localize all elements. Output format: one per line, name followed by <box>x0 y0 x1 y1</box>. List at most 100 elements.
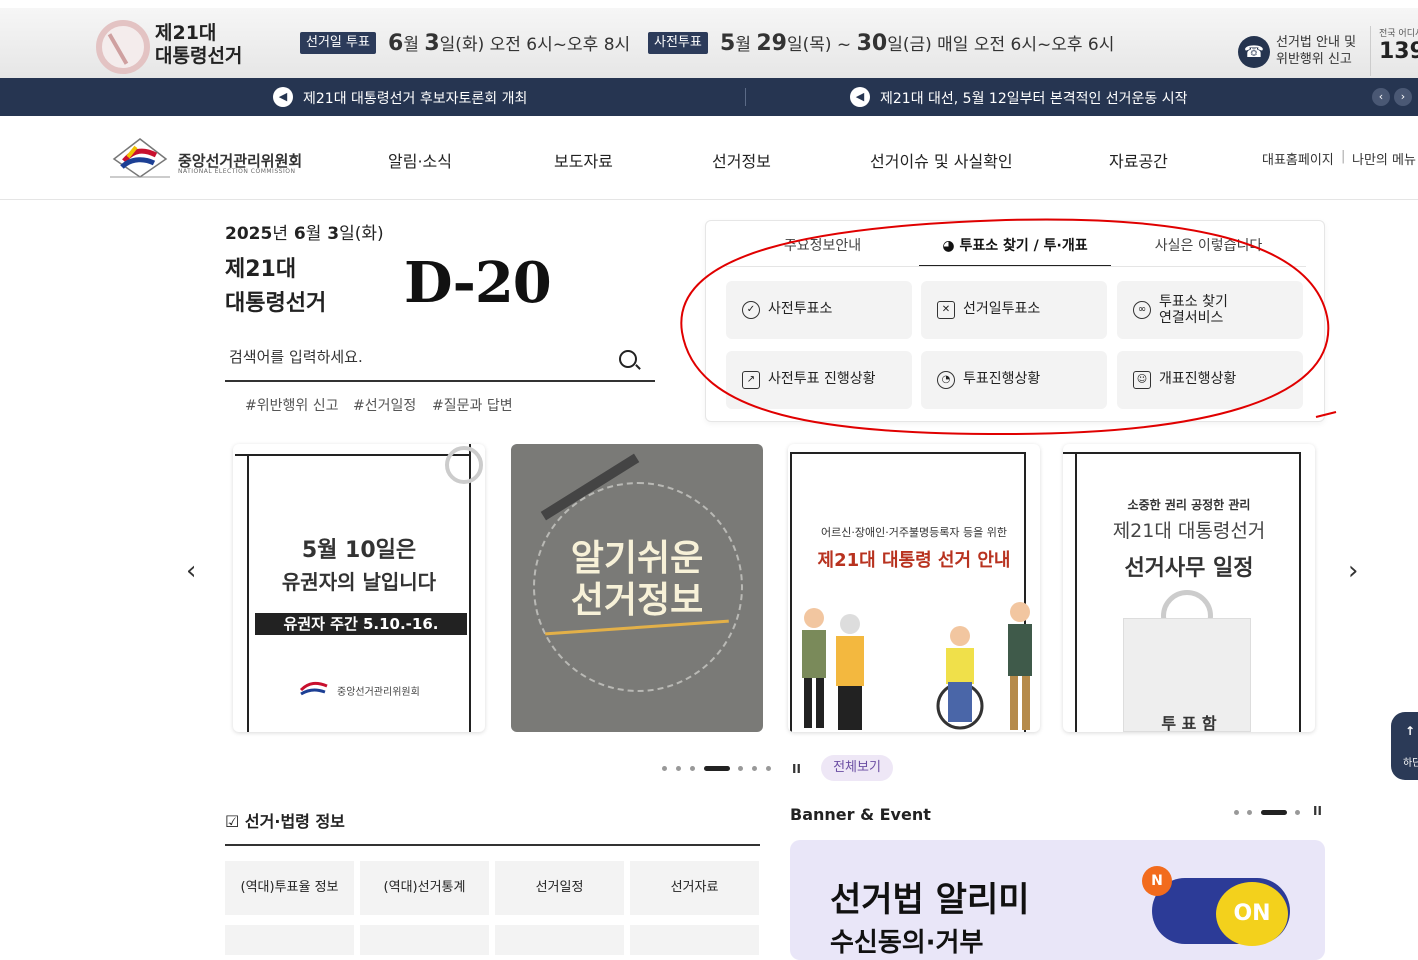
notice-item-1[interactable]: 제21대 대통령선거 후보자토론회 개최 <box>303 88 527 108</box>
page-dot[interactable] <box>766 766 771 771</box>
law-button-row2[interactable] <box>630 925 759 955</box>
page-dot[interactable] <box>1234 810 1239 815</box>
page-dot[interactable] <box>1295 810 1300 815</box>
card-title: 알기쉬운 선거정보 <box>511 538 763 622</box>
card-line2: 제21대 대통령 선거 안내 <box>817 550 1011 571</box>
carousel-card-election-schedule[interactable]: 소중한 권리 공정한 관리 제21대 대통령선거 선거사무 일정 투 표 함 <box>1063 444 1315 732</box>
page-dot[interactable] <box>738 766 743 771</box>
page-dot[interactable] <box>690 766 695 771</box>
hotline-label-1: 선거법 안내 및 <box>1276 35 1357 50</box>
page-dot[interactable] <box>662 766 667 771</box>
election-schedule-button[interactable]: 선거일정 <box>495 861 624 915</box>
election-law-banner[interactable]: 선거법 알리미 수신동의·거부 ON N <box>790 840 1325 960</box>
carousel-card-vulnerable-voters[interactable]: 어르신·장애인·거주불명등록자 등을 위한 제21대 대통령 선거 안내 <box>788 444 1040 732</box>
early-vote-tag: 사전투표 <box>648 32 708 54</box>
search-bar <box>225 340 655 382</box>
widget-icon: ↑ <box>1405 724 1416 738</box>
carousel-pause-button[interactable]: II <box>792 762 801 776</box>
page-dot[interactable] <box>752 766 757 771</box>
election-emblem-icon <box>96 20 150 74</box>
election-day-schedule: 6월 3일(화) 오전 6시~오후 8시 <box>388 31 631 56</box>
election-title-line1: 제21대 <box>225 257 297 282</box>
search-input[interactable] <box>229 348 609 366</box>
view-all-button[interactable]: 전체보기 <box>821 755 893 781</box>
card-line1: 어르신·장애인·거주불명등록자 등을 위한 <box>820 526 1008 539</box>
card-line2: 선거정보 <box>570 580 704 621</box>
util-main-home[interactable]: 대표홈페이지 <box>1262 149 1334 168</box>
notice-bar: ◀ 제21대 대통령선거 후보자토론회 개최 ◀ 제21대 대선, 5월 12일… <box>0 78 1418 116</box>
nav-archive[interactable]: 자료공간 <box>1109 148 1168 172</box>
card-line3: 선거사무 일정 <box>1124 556 1254 581</box>
nav-election-info[interactable]: 선거정보 <box>712 148 771 172</box>
dday-counter: D-20 <box>404 250 552 316</box>
law-section-title: ☑ 선거·법령 정보 <box>225 808 345 832</box>
banner-pause-button[interactable]: II <box>1313 804 1322 818</box>
election-title: 제21대 대통령선거 <box>225 253 326 321</box>
carousel-card-easy-election-info[interactable]: 알기쉬운 선거정보 <box>511 444 763 732</box>
law-button-row2[interactable] <box>495 925 624 955</box>
logo-subtext: NATIONAL ELECTION COMMISSION <box>178 168 296 175</box>
util-my-menu[interactable]: 나만의 메뉴 <box>1352 149 1416 168</box>
nav-news[interactable]: 알림·소식 <box>388 148 452 172</box>
notice-prev-button[interactable]: ‹ <box>1372 88 1390 106</box>
hotline-small: 전국 어디서 <box>1379 29 1418 39</box>
floating-widget[interactable]: ↑ 하단 <box>1391 712 1418 780</box>
new-badge: N <box>1142 866 1172 896</box>
early-vote-schedule: 5월 29일(목) ~ 30일(금) 매일 오전 6시~오후 6시 <box>720 31 1115 56</box>
nec-logo-icon[interactable] <box>110 137 170 179</box>
hashtag-report[interactable]: #위반행위 신고 <box>245 395 338 415</box>
nav-issues[interactable]: 선거이슈 및 사실확인 <box>870 148 1013 172</box>
frame-line <box>235 454 471 456</box>
card-line2: 유권자의 날입니다 <box>281 570 437 594</box>
election-date: 2025년 6월 3일(화) <box>225 224 384 244</box>
frame-line <box>790 452 1024 454</box>
election-materials-button[interactable]: 선거자료 <box>630 861 759 915</box>
hotline-link[interactable]: 선거법 안내 및 위반행위 신고 <box>1276 34 1356 68</box>
hotline-number-box: 전국 어디서 1390 <box>1370 26 1418 76</box>
election-name: 제21대 대통령선거 <box>155 22 242 68</box>
red-annotation-circle <box>680 218 1337 436</box>
frame-line <box>1299 452 1301 732</box>
util-separator: | <box>1341 149 1346 164</box>
election-top-banner: 제21대 대통령선거 선거일 투표 6월 3일(화) 오전 6시~오후 8시 사… <box>0 0 1418 78</box>
notice-next-button[interactable]: › <box>1394 88 1412 106</box>
election-day-tag: 선거일 투표 <box>300 32 376 54</box>
election-title-line2: 대통령선거 <box>225 291 327 316</box>
frame-line <box>1075 452 1077 732</box>
banner-headline: 선거법 알리미 <box>830 880 1030 920</box>
carousel-next-button[interactable]: › <box>1348 556 1358 586</box>
notice-divider <box>745 88 746 106</box>
frame-line <box>1063 452 1299 454</box>
law-button-row2[interactable] <box>225 925 354 955</box>
law-section-title-text: 선거·법령 정보 <box>244 812 345 831</box>
carousel-card-voters-day[interactable]: 5월 10일은 유권자의 날입니다 유권자 주간 5.10.-16. 중앙선거관… <box>233 444 485 732</box>
page-dot-active[interactable] <box>704 766 730 771</box>
page-dot[interactable] <box>676 766 681 771</box>
card-line1: 알기쉬운 <box>570 538 704 579</box>
widget-label: 하단 <box>1403 758 1418 769</box>
carousel-prev-button[interactable]: ‹ <box>186 556 196 586</box>
card-band: 유권자 주간 5.10.-16. <box>255 613 467 635</box>
page-dot-active[interactable] <box>1261 810 1287 815</box>
ballot-box-label: 투 표 함 <box>1161 714 1217 732</box>
search-icon[interactable] <box>619 350 637 368</box>
speaker-icon: ◀ <box>273 87 293 107</box>
hashtag-qna[interactable]: #질문과 답변 <box>432 395 513 415</box>
hashtag-schedule[interactable]: #선거일정 <box>353 395 416 415</box>
hotline-number: 1390 <box>1379 39 1418 64</box>
card-line1: 소중한 권리 공정한 관리 <box>1127 498 1251 512</box>
law-button-row2[interactable] <box>360 925 489 955</box>
nav-press[interactable]: 보도자료 <box>554 148 613 172</box>
turnout-info-button[interactable]: (역대)투표율 정보 <box>225 861 354 915</box>
nec-logo-icon <box>299 678 329 698</box>
emblem-icon <box>445 446 483 484</box>
toggle-knob: ON <box>1216 882 1288 946</box>
card-line1: 5월 10일은 <box>301 538 417 563</box>
phone-icon[interactable]: ☎ <box>1238 36 1270 68</box>
hotline-label-2: 위반행위 신고 <box>1276 52 1352 67</box>
notice-item-2[interactable]: 제21대 대선, 5월 12일부터 본격적인 선거운동 시작 <box>880 88 1188 108</box>
election-stats-button[interactable]: (역대)선거통계 <box>360 861 489 915</box>
card-line2: 제21대 대통령선거 <box>1112 520 1266 542</box>
law-section-divider <box>225 844 760 846</box>
page-dot[interactable] <box>1247 810 1252 815</box>
